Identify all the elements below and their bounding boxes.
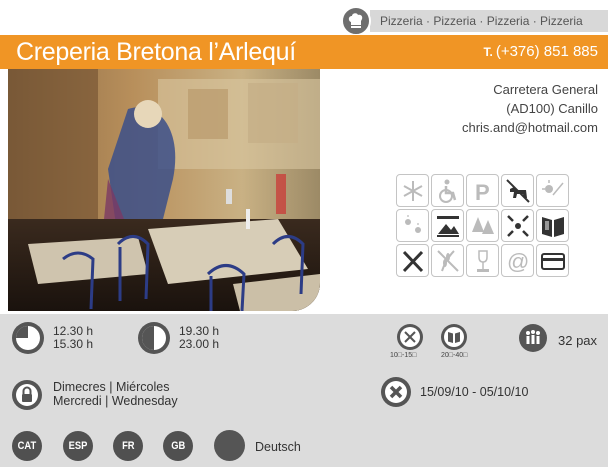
lunch-hours: 12.30 h 15.30 h xyxy=(53,325,93,351)
restaurant-photo xyxy=(8,69,320,311)
vacation-closed-icon xyxy=(381,377,411,407)
carte-price: 20□-40□ xyxy=(441,352,468,359)
categories-text: Pizzeria · Pizzeria · Pizzeria · Pizzeri… xyxy=(380,14,583,28)
mountain-view-icon xyxy=(431,209,464,242)
capacity: 32 pax xyxy=(558,333,598,348)
address-block: Carretera General (AD100) Canillo chris.… xyxy=(462,80,598,137)
wheelchair-access-icon xyxy=(431,174,464,207)
address-line1: Carretera General xyxy=(493,82,598,97)
terrace-icon xyxy=(536,174,569,207)
cutlery-icon xyxy=(396,244,429,277)
language-cat-badge: CAT xyxy=(12,431,42,461)
dinner-hours: 19.30 h 23.00 h xyxy=(179,325,219,351)
facilities-grid: P @ xyxy=(396,174,603,277)
restaurant-title: Creperia Bretona l’Arlequí xyxy=(16,38,296,66)
vacation-dates: 15/09/10 - 05/10/10 xyxy=(420,385,529,399)
gluten-free-icon xyxy=(431,244,464,277)
speech-bubble-icon xyxy=(214,430,245,461)
language-esp-badge: ESP xyxy=(63,431,93,461)
email-link[interactable]: chris.and@hotmail.com xyxy=(462,118,598,137)
closing-day-ca-es: Dimecres | Miércoles xyxy=(53,380,170,394)
closing-day: Dimecres | Miércoles Mercredi | Wednesda… xyxy=(53,380,178,408)
dinner-close: 23.00 h xyxy=(179,337,220,351)
pets-allowed-icon xyxy=(501,174,534,207)
email-icon: @ xyxy=(501,244,534,277)
phone[interactable]: T. (+376) 851 885 xyxy=(483,43,598,61)
language-gb-badge: GB xyxy=(163,431,193,461)
lock-icon xyxy=(12,380,42,410)
closing-day-fr-en: Mercredi | Wednesday xyxy=(53,394,178,408)
forest-icon xyxy=(466,209,499,242)
address-line2: (AD100) Canillo xyxy=(506,101,598,116)
svg-text:P: P xyxy=(475,180,490,205)
credit-card-icon xyxy=(536,244,569,277)
capacity-icon xyxy=(519,324,547,352)
category-strip: Pizzeria · Pizzeria · Pizzeria · Pizzeri… xyxy=(370,10,608,32)
language-esp: ESP xyxy=(68,440,88,452)
lunch-close: 15.30 h xyxy=(53,337,94,351)
info-panel: 12.30 h 15.30 h 19.30 h 23.00 h 10□-15□ … xyxy=(0,314,608,467)
other-language: Deutsch xyxy=(255,440,301,454)
language-cat: CAT xyxy=(17,440,37,452)
menu-price: 10□-15□ xyxy=(390,352,417,359)
language-fr: FR xyxy=(121,440,135,452)
language-fr-badge: FR xyxy=(113,431,143,461)
sun-terrace-icon xyxy=(396,209,429,242)
phone-number: (+376) 851 885 xyxy=(495,43,598,60)
title-bar: Creperia Bretona l’Arlequí T. (+376) 851 … xyxy=(0,35,608,69)
parking-icon: P xyxy=(466,174,499,207)
menu-price-icon xyxy=(397,324,423,350)
air-conditioning-icon xyxy=(396,174,429,207)
menu-book-icon xyxy=(536,209,569,242)
clock-lunch-icon xyxy=(12,322,44,354)
phone-prefix: T. xyxy=(483,45,493,59)
center-location-icon xyxy=(501,209,534,242)
carte-price-icon xyxy=(441,324,467,350)
chef-hat-icon xyxy=(341,6,371,36)
wine-icon xyxy=(466,244,499,277)
clock-dinner-icon xyxy=(138,322,170,354)
language-gb: GB xyxy=(170,440,186,452)
svg-text:@: @ xyxy=(507,249,529,274)
